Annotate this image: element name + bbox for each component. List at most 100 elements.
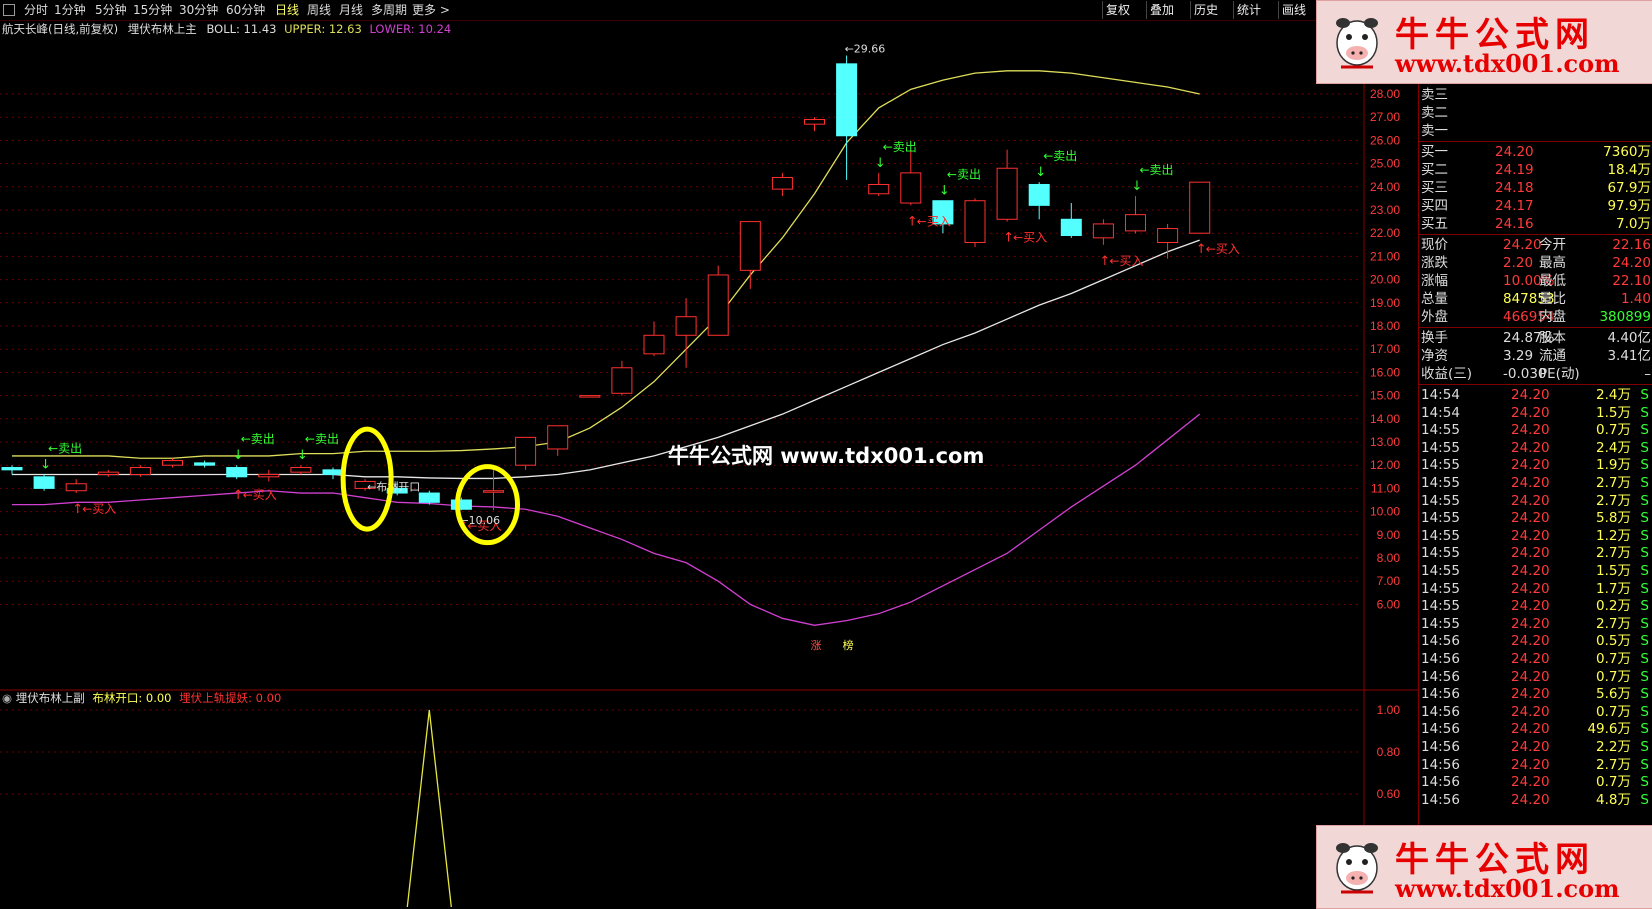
tick-volume: 2.7万 bbox=[1596, 756, 1631, 773]
sell-arrow-icon: ↓ bbox=[1132, 179, 1143, 194]
highlight-circle bbox=[340, 426, 394, 532]
stat-value: 1.40 bbox=[1620, 291, 1651, 307]
candle bbox=[322, 467, 344, 480]
tick-row: 14:55 24.20 2.7万 S bbox=[1419, 544, 1652, 562]
window-menu-icon[interactable] bbox=[3, 4, 15, 16]
period-tab-8[interactable]: 月线 bbox=[339, 2, 363, 18]
bid-row: 买二 24.19 18.4万 bbox=[1419, 161, 1652, 179]
candle-body bbox=[611, 367, 633, 394]
period-tab-3[interactable]: 15分钟 bbox=[133, 2, 172, 18]
stat-value: 22.10 bbox=[1612, 273, 1651, 289]
high-label: ←29.66 bbox=[845, 42, 886, 55]
tick-price: 24.20 bbox=[1511, 457, 1550, 474]
sell-signal-label: ←卖出 bbox=[1043, 149, 1077, 163]
sell-arrow-icon: ↓ bbox=[297, 448, 308, 463]
buy-signal-label: ←买入 bbox=[82, 502, 116, 516]
sub-expand-icon[interactable]: ◉ bbox=[2, 691, 12, 705]
candle bbox=[964, 198, 986, 248]
bid-row: 买三 24.18 67.9万 bbox=[1419, 179, 1652, 197]
candle bbox=[97, 469, 119, 477]
candle-body bbox=[226, 467, 248, 478]
period-tab-6[interactable]: 日线 bbox=[275, 2, 299, 18]
sell-arrow-icon: ↓ bbox=[40, 457, 51, 472]
sell-signal-label: ←卖出 bbox=[305, 432, 339, 446]
bid-price: 24.16 bbox=[1495, 216, 1534, 232]
y-tick-label: 28.00 bbox=[1370, 87, 1400, 101]
period-tab-7[interactable]: 周线 bbox=[307, 2, 331, 18]
tick-row: 14:56 24.20 0.5万 S bbox=[1419, 632, 1652, 650]
candle-body bbox=[515, 436, 537, 466]
period-tab-1[interactable]: 1分钟 bbox=[54, 2, 86, 18]
ask-row: 卖一 bbox=[1419, 122, 1652, 140]
tool-button-4[interactable]: 画线 bbox=[1278, 1, 1309, 19]
candle bbox=[579, 395, 601, 398]
lower-value: LOWER: 10.24 bbox=[369, 22, 452, 36]
candle-body bbox=[33, 476, 55, 489]
sell-signal-label: ←卖出 bbox=[48, 441, 82, 455]
sell-arrow-icon: ↓ bbox=[233, 448, 244, 463]
banner-top[interactable]: 牛牛公式网 www.tdx001.com bbox=[1316, 0, 1652, 84]
sub-legend: ◉ 埋伏布林上副 布林开口: 0.00 埋伏上轨提妖: 0.00 bbox=[2, 690, 281, 706]
tick-side: S bbox=[1640, 422, 1649, 439]
ask-row: 卖三 bbox=[1419, 86, 1652, 104]
tick-side: S bbox=[1640, 633, 1649, 650]
period-tab-9[interactable]: 多周期 bbox=[371, 2, 407, 18]
banner-bottom[interactable]: 牛牛公式网 www.tdx001.com bbox=[1316, 825, 1652, 909]
candle-body bbox=[836, 63, 858, 137]
bid-volume: 97.9万 bbox=[1607, 198, 1651, 214]
tick-row: 14:56 24.20 2.7万 S bbox=[1419, 756, 1652, 774]
candle-body bbox=[996, 167, 1018, 220]
tick-price: 24.20 bbox=[1511, 668, 1550, 685]
kline-chart[interactable]: 28.00 27.00 26.00 25.00 24.00 23.00 22.00 21.00… bbox=[0, 38, 1418, 907]
candle-body bbox=[964, 200, 986, 243]
period-tab-0[interactable]: 分时 bbox=[24, 2, 48, 18]
candle-body bbox=[322, 469, 344, 475]
y-tick-label: 27.00 bbox=[1370, 110, 1400, 124]
buy-signal-label: ←买入 bbox=[1013, 231, 1047, 245]
tick-row: 14:56 24.20 0.7万 S bbox=[1419, 650, 1652, 668]
tick-row: 14:55 24.20 2.7万 S bbox=[1419, 492, 1652, 510]
y-tick-label: 25.00 bbox=[1370, 157, 1400, 171]
period-tab-10[interactable]: 更多 > bbox=[412, 2, 450, 18]
tick-price: 24.20 bbox=[1511, 686, 1550, 703]
candle bbox=[836, 55, 858, 180]
boll-mid-line bbox=[12, 239, 1200, 480]
period-tab-5[interactable]: 60分钟 bbox=[226, 2, 265, 18]
tick-time: 14:55 bbox=[1421, 615, 1460, 632]
tool-button-0[interactable]: 复权 bbox=[1102, 1, 1133, 19]
tick-time: 14:55 bbox=[1421, 580, 1460, 597]
candle-body bbox=[129, 467, 151, 475]
y-tick-label: 21.00 bbox=[1370, 249, 1400, 263]
tick-price: 24.20 bbox=[1511, 404, 1550, 421]
ask-row: 卖二 bbox=[1419, 104, 1652, 122]
tick-row: 14:55 24.20 2.4万 S bbox=[1419, 439, 1652, 457]
tool-button-1[interactable]: 叠加 bbox=[1146, 1, 1177, 19]
candle bbox=[611, 360, 633, 396]
stat-row: 涨跌 2.20 最高 24.20 bbox=[1419, 254, 1652, 272]
period-tab-4[interactable]: 30分钟 bbox=[179, 2, 218, 18]
candle bbox=[804, 117, 825, 132]
tool-button-3[interactable]: 统计 bbox=[1233, 1, 1264, 19]
boll-lower-line bbox=[12, 413, 1201, 626]
tick-price: 24.20 bbox=[1511, 774, 1550, 791]
candle bbox=[675, 298, 697, 368]
tick-row: 14:56 24.20 49.6万 S bbox=[1419, 720, 1652, 738]
tick-volume: 0.7万 bbox=[1596, 651, 1631, 667]
y-tick-label: 20.00 bbox=[1370, 273, 1400, 287]
tick-side: S bbox=[1640, 615, 1649, 632]
period-tab-2[interactable]: 5分钟 bbox=[95, 2, 127, 18]
tick-side: S bbox=[1640, 721, 1649, 738]
tick-side: S bbox=[1640, 545, 1649, 562]
fund-label: 换手 bbox=[1421, 330, 1448, 346]
sub-indicator-name: 埋伏布林上副 bbox=[15, 691, 85, 705]
boll-value: BOLL: 11.43 bbox=[206, 22, 277, 36]
fund-label: 流通 bbox=[1539, 348, 1566, 364]
tool-button-2[interactable]: 历史 bbox=[1190, 1, 1221, 19]
tick-volume: 1.9万 bbox=[1596, 457, 1631, 474]
tick-price: 24.20 bbox=[1511, 422, 1550, 439]
fund-value: 4.40亿 bbox=[1607, 330, 1651, 346]
bid-label: 买一 bbox=[1421, 144, 1448, 160]
stat-row: 涨幅 10.00% 最低 22.10 bbox=[1419, 272, 1652, 290]
sub-open-value: 布林开口: 0.00 bbox=[92, 691, 172, 705]
limit-up-tag: 涨 bbox=[811, 639, 822, 652]
